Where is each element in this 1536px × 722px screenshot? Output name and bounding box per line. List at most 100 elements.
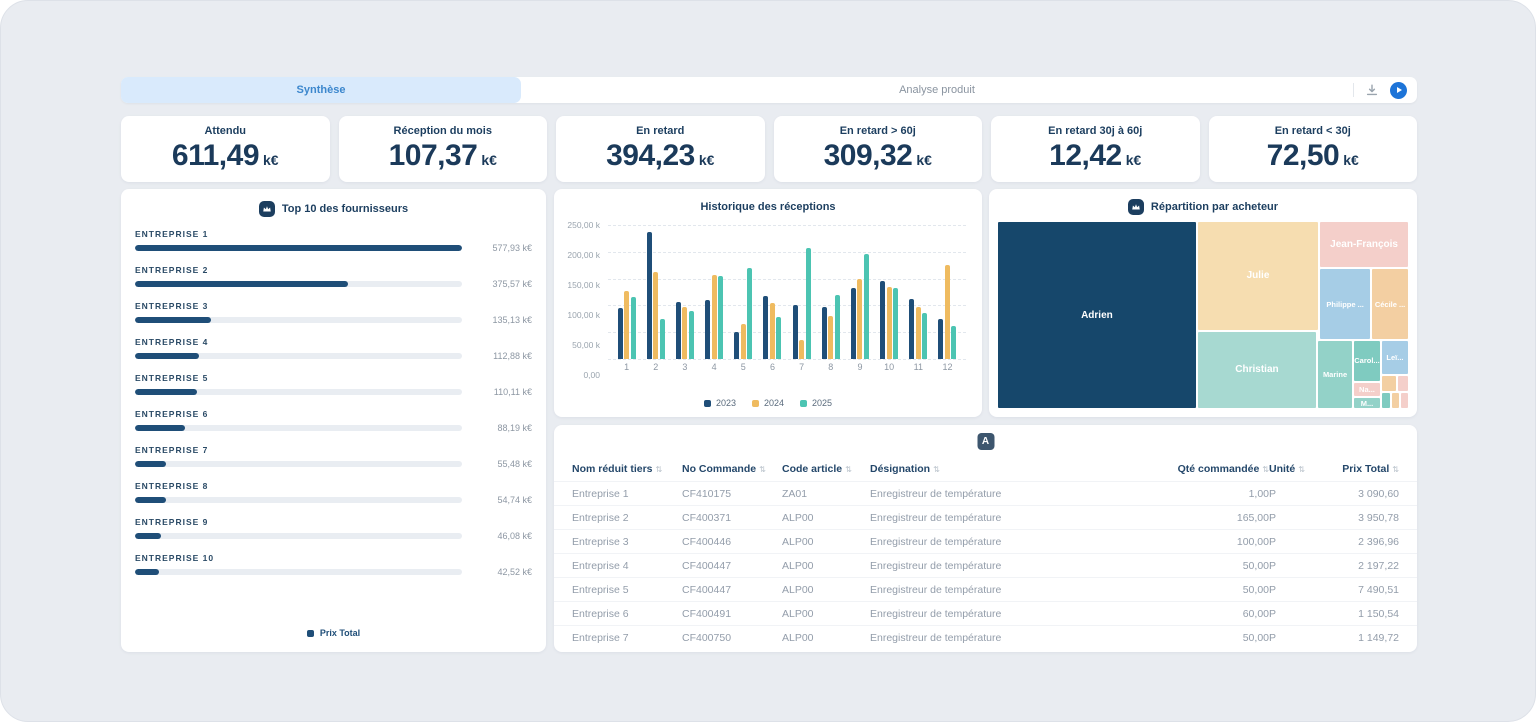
bar-2025[interactable] xyxy=(747,268,752,359)
bar-2023[interactable] xyxy=(676,302,681,359)
kpi-label: En retard xyxy=(636,125,684,137)
bar-2023[interactable] xyxy=(822,307,827,359)
bar-2023[interactable] xyxy=(909,299,914,359)
supplier-bar[interactable] xyxy=(135,353,462,359)
table-row[interactable]: Entreprise 1CF410175ZA01Enregistreur de … xyxy=(554,481,1417,505)
supplier-bar[interactable] xyxy=(135,281,462,287)
supplier-bar[interactable] xyxy=(135,461,462,467)
bar-2024[interactable] xyxy=(682,307,687,359)
table-row[interactable]: Entreprise 3CF400446ALP00Enregistreur de… xyxy=(554,529,1417,553)
table-cell: CF400446 xyxy=(682,536,782,548)
bar-2024[interactable] xyxy=(945,265,950,359)
table-row[interactable]: Entreprise 4CF400447ALP00Enregistreur de… xyxy=(554,553,1417,577)
treemap-block[interactable]: Philippe ... xyxy=(1319,268,1371,340)
supplier-bar[interactable] xyxy=(135,569,462,575)
bar-2024[interactable] xyxy=(770,303,775,359)
treemap-block[interactable]: Julie xyxy=(1197,221,1319,331)
column-header-3[interactable]: Code article⇅ xyxy=(782,463,870,475)
table-row[interactable]: Entreprise 2CF400371ALP00Enregistreur de… xyxy=(554,505,1417,529)
bar-2025[interactable] xyxy=(631,297,636,359)
treemap-block[interactable]: Jean-François xyxy=(1319,221,1409,268)
treemap-block[interactable]: Christian xyxy=(1197,331,1317,409)
column-header-7[interactable]: Prix Total⇅ xyxy=(1309,463,1399,475)
bar-2023[interactable] xyxy=(793,305,798,359)
column-header-2[interactable]: No Commande⇅ xyxy=(682,463,782,475)
treemap-block[interactable]: Adrien xyxy=(997,221,1197,409)
buyers-panel: Répartition par acheteur AdrienJulieJean… xyxy=(989,189,1417,417)
month-group xyxy=(700,225,729,359)
bar-2023[interactable] xyxy=(938,319,943,359)
legend-item-2023[interactable]: 2023 xyxy=(704,398,736,408)
treemap-block[interactable] xyxy=(1381,392,1391,409)
treemap-block[interactable]: Cécile ... xyxy=(1371,268,1409,340)
supplier-bar[interactable] xyxy=(135,425,462,431)
legend-item-2025[interactable]: 2025 xyxy=(800,398,832,408)
play-button[interactable] xyxy=(1390,82,1407,99)
top10-legend[interactable]: Prix Total xyxy=(135,628,532,640)
treemap-block[interactable]: Carol... xyxy=(1353,340,1381,381)
table-row[interactable]: Entreprise 7CF400750ALP00Enregistreur de… xyxy=(554,625,1417,648)
bar-2025[interactable] xyxy=(660,319,665,359)
bar-2025[interactable] xyxy=(922,313,927,359)
y-tick-label: 150,00 k xyxy=(567,280,600,290)
bar-2024[interactable] xyxy=(799,340,804,359)
supplier-bar[interactable] xyxy=(135,389,462,395)
tab-analyse-produit[interactable]: Analyse produit xyxy=(521,77,1353,103)
bar-2025[interactable] xyxy=(835,295,840,359)
table-row[interactable]: Entreprise 6CF400491ALP00Enregistreur de… xyxy=(554,601,1417,625)
bar-2025[interactable] xyxy=(718,276,723,359)
bar-2023[interactable] xyxy=(647,232,652,359)
supplier-bar[interactable] xyxy=(135,533,462,539)
tab-synthese[interactable]: Synthèse xyxy=(121,77,521,103)
bar-2025[interactable] xyxy=(776,317,781,359)
column-header-4[interactable]: Désignation⇅ xyxy=(870,463,1089,475)
column-header-5[interactable]: Qté commandée⇅ xyxy=(1089,463,1269,475)
supplier-row: ENTREPRISE 688,19 k€ xyxy=(135,409,532,433)
treemap-block[interactable]: Na... xyxy=(1353,382,1381,398)
bar-2023[interactable] xyxy=(734,332,739,359)
bar-2023[interactable] xyxy=(851,288,856,359)
table-cell: 3 090,60 xyxy=(1309,488,1399,500)
legend-item-2024[interactable]: 2024 xyxy=(752,398,784,408)
bar-2024[interactable] xyxy=(828,316,833,359)
bar-2024[interactable] xyxy=(653,272,658,359)
bar-2024[interactable] xyxy=(916,307,921,359)
bar-2025[interactable] xyxy=(864,254,869,359)
treemap-block[interactable]: Leï... xyxy=(1381,340,1409,374)
bar-2023[interactable] xyxy=(880,281,885,359)
bar-2024[interactable] xyxy=(624,291,629,359)
bar-2023[interactable] xyxy=(705,300,710,359)
supplier-bar[interactable] xyxy=(135,497,462,503)
bar-2025[interactable] xyxy=(689,311,694,359)
table-cell: Entreprise 5 xyxy=(572,584,682,596)
x-tick-label: 8 xyxy=(816,362,845,372)
bar-2023[interactable] xyxy=(763,296,768,359)
column-header-6[interactable]: Unité⇅ xyxy=(1269,463,1309,475)
supplier-bar[interactable] xyxy=(135,245,462,251)
toolbar-actions xyxy=(1353,82,1417,99)
supplier-bar[interactable] xyxy=(135,317,462,323)
supplier-bar-row: 375,57 k€ xyxy=(135,279,532,289)
treemap-block[interactable]: Marine xyxy=(1317,340,1353,409)
bar-2024[interactable] xyxy=(712,275,717,359)
download-icon[interactable] xyxy=(1364,82,1380,98)
bar-2024[interactable] xyxy=(741,324,746,359)
font-size-button[interactable]: A xyxy=(977,433,994,450)
bar-2025[interactable] xyxy=(806,248,811,359)
treemap-block[interactable] xyxy=(1400,392,1409,409)
table-cell: 50,00 xyxy=(1089,584,1269,596)
table-cell: Enregistreur de température xyxy=(870,584,1089,596)
treemap-block[interactable] xyxy=(1397,375,1409,392)
table-row[interactable]: Entreprise 5CF400447ALP00Enregistreur de… xyxy=(554,577,1417,601)
treemap-block[interactable]: M... xyxy=(1353,397,1381,409)
bar-2024[interactable] xyxy=(857,279,862,359)
treemap-label: Philippe ... xyxy=(1326,300,1364,309)
bar-2024[interactable] xyxy=(887,287,892,359)
treemap-block[interactable] xyxy=(1381,375,1397,392)
column-header-1[interactable]: Nom réduit tiers⇅ xyxy=(572,463,682,475)
bar-2025[interactable] xyxy=(951,326,956,359)
sort-icon: ⇅ xyxy=(759,465,766,474)
bar-2023[interactable] xyxy=(618,308,623,359)
treemap-block[interactable] xyxy=(1391,392,1400,409)
bar-2025[interactable] xyxy=(893,288,898,359)
